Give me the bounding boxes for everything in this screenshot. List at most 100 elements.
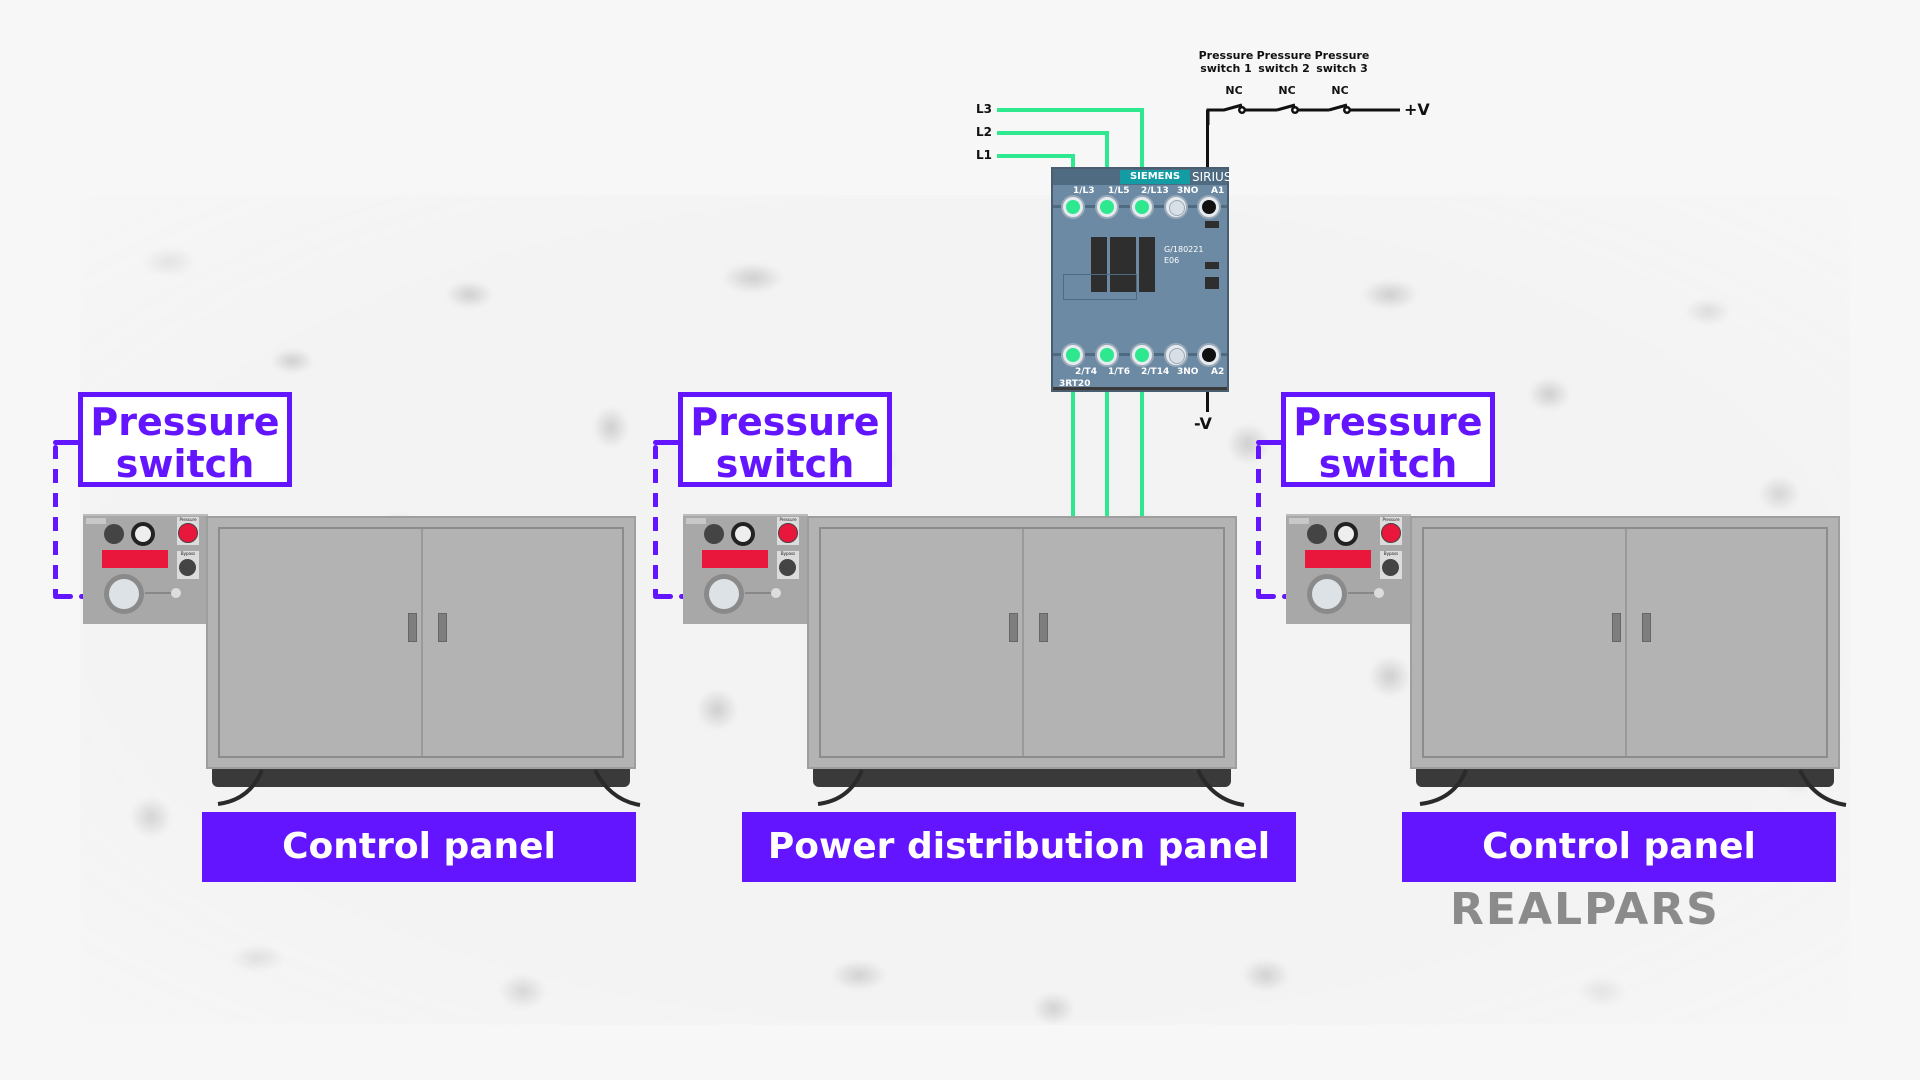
red-lamp-icon bbox=[178, 523, 198, 543]
callout-leader-top bbox=[53, 440, 80, 445]
terminal-2t4 bbox=[1061, 343, 1085, 367]
door-handle-right[interactable] bbox=[438, 613, 447, 642]
module-display bbox=[702, 550, 768, 568]
ps1-line2: switch 1 bbox=[1200, 62, 1252, 75]
module-lever bbox=[745, 592, 773, 594]
red-lamp-icon bbox=[778, 523, 798, 543]
ps2-line2: switch 2 bbox=[1258, 62, 1310, 75]
ps3-line2: switch 3 bbox=[1316, 62, 1368, 75]
selector-switch-icon bbox=[1382, 559, 1399, 576]
door-handle-left[interactable] bbox=[1009, 613, 1018, 642]
contactor-brand: SIEMENS bbox=[1120, 170, 1190, 184]
supply-positive-label: +V bbox=[1404, 100, 1430, 119]
red-lamp-icon bbox=[1381, 523, 1401, 543]
siemens-contactor: SIEMENS SIRIUS 1/L3 1/L5 2/L13 3NO A1 G/… bbox=[1051, 167, 1232, 392]
callout-line1: Pressure bbox=[1293, 400, 1483, 444]
pressure-indicator: Pressure bbox=[177, 517, 199, 545]
pressure-indicator: Pressure bbox=[777, 517, 799, 545]
module-knob bbox=[1374, 588, 1384, 598]
module-lever bbox=[145, 592, 173, 594]
module-pushbutton[interactable] bbox=[704, 524, 724, 544]
pressure-switch-callout: Pressure switch bbox=[1281, 392, 1495, 487]
term-label-2t14: 2/T14 bbox=[1141, 367, 1170, 377]
pressure-gauge-icon bbox=[731, 522, 755, 546]
bypass-selector-label: Bypass bbox=[1383, 551, 1399, 556]
control-panel-cabinet bbox=[206, 516, 636, 769]
wire-l3-horizontal bbox=[997, 108, 1144, 112]
cabinet-doors bbox=[819, 527, 1225, 758]
cabinet-cables bbox=[217, 769, 1847, 807]
cable-3b bbox=[1798, 769, 1847, 807]
contactor-code-line1: G/180221 bbox=[1164, 245, 1204, 254]
pressure-switch-2-caption: Pressure switch 2 bbox=[1254, 49, 1314, 75]
door-handle-left[interactable] bbox=[1612, 613, 1621, 642]
door-handle-right[interactable] bbox=[1642, 613, 1651, 642]
pressure-indicator-label: Pressure bbox=[1382, 517, 1400, 522]
cabinet-doors bbox=[218, 527, 624, 758]
term-label-a2: A2 bbox=[1211, 367, 1225, 377]
bypass-selector[interactable]: Bypass bbox=[177, 551, 199, 579]
pressure-indicator-label: Pressure bbox=[179, 517, 197, 522]
door-handle-left[interactable] bbox=[408, 613, 417, 642]
module-tag bbox=[686, 518, 706, 524]
cable-3a bbox=[1419, 769, 1468, 806]
contactor-code-line2: E06 bbox=[1164, 256, 1180, 265]
bypass-selector[interactable]: Bypass bbox=[1380, 551, 1402, 579]
terminal-1t6 bbox=[1095, 343, 1119, 367]
term-label-3no-top: 3NO bbox=[1177, 186, 1199, 196]
callout-line2: switch bbox=[715, 442, 855, 486]
terminal-1l3 bbox=[1061, 195, 1085, 219]
door-split bbox=[1625, 529, 1627, 756]
terminal-a1 bbox=[1197, 195, 1221, 219]
contactor-label-window bbox=[1063, 274, 1137, 300]
control-panel-cabinet bbox=[1410, 516, 1840, 769]
pressure-switch-module: Pressure Bypass bbox=[1286, 514, 1411, 624]
pressure-indicator-label: Pressure bbox=[779, 517, 797, 522]
terminal-2l13 bbox=[1130, 195, 1154, 219]
module-knob bbox=[171, 588, 181, 598]
callout-leader-vertical bbox=[653, 445, 658, 597]
pressure-port-icon bbox=[1307, 574, 1347, 614]
power-distribution-cabinet bbox=[807, 516, 1237, 769]
module-knob bbox=[771, 588, 781, 598]
wire-l2-horizontal bbox=[997, 131, 1109, 135]
cabinet-doors bbox=[1422, 527, 1828, 758]
bypass-selector[interactable]: Bypass bbox=[777, 551, 799, 579]
contactor-bottom-edge bbox=[1053, 387, 1227, 390]
callout-leader-top bbox=[1256, 440, 1283, 445]
callout-line2: switch bbox=[115, 442, 255, 486]
terminal-2t14 bbox=[1130, 343, 1154, 367]
door-handle-right[interactable] bbox=[1039, 613, 1048, 642]
callout-line1: Pressure bbox=[90, 400, 280, 444]
cable-2b bbox=[1196, 769, 1245, 807]
terminal-3no-top bbox=[1164, 195, 1188, 219]
realpars-logo: REALPARS bbox=[1450, 884, 1720, 935]
module-display bbox=[102, 550, 168, 568]
pressure-switch-1-caption: Pressure switch 1 bbox=[1196, 49, 1256, 75]
contactor-series: SIRIUS bbox=[1192, 170, 1232, 184]
module-tag bbox=[86, 518, 106, 524]
nc-contact-1 bbox=[1206, 103, 1243, 125]
terminal-3no-bottom bbox=[1164, 343, 1188, 367]
callout-leader-vertical bbox=[1256, 445, 1261, 597]
callout-leader-vertical bbox=[53, 445, 58, 597]
pressure-switch-callout: Pressure switch bbox=[78, 392, 292, 487]
cable-2a bbox=[817, 769, 864, 806]
terminal-a2 bbox=[1197, 343, 1221, 367]
pressure-gauge-icon bbox=[131, 522, 155, 546]
contactor-code: G/180221 E06 bbox=[1164, 244, 1203, 266]
callout-line2: switch bbox=[1318, 442, 1458, 486]
module-pushbutton[interactable] bbox=[104, 524, 124, 544]
selector-switch-icon bbox=[779, 559, 796, 576]
panel-label: Control panel bbox=[1402, 812, 1836, 882]
module-display bbox=[1305, 550, 1371, 568]
callout-leader-bottom bbox=[653, 594, 673, 599]
ps2-line1: Pressure bbox=[1256, 49, 1312, 62]
contactor-slot-right bbox=[1139, 237, 1155, 292]
contactor-marker-1 bbox=[1205, 221, 1219, 228]
module-pushbutton[interactable] bbox=[1307, 524, 1327, 544]
pressure-indicator: Pressure bbox=[1380, 517, 1402, 545]
term-label-2t4: 2/T4 bbox=[1075, 367, 1097, 377]
module-tag bbox=[1289, 518, 1309, 524]
door-split bbox=[421, 529, 423, 756]
